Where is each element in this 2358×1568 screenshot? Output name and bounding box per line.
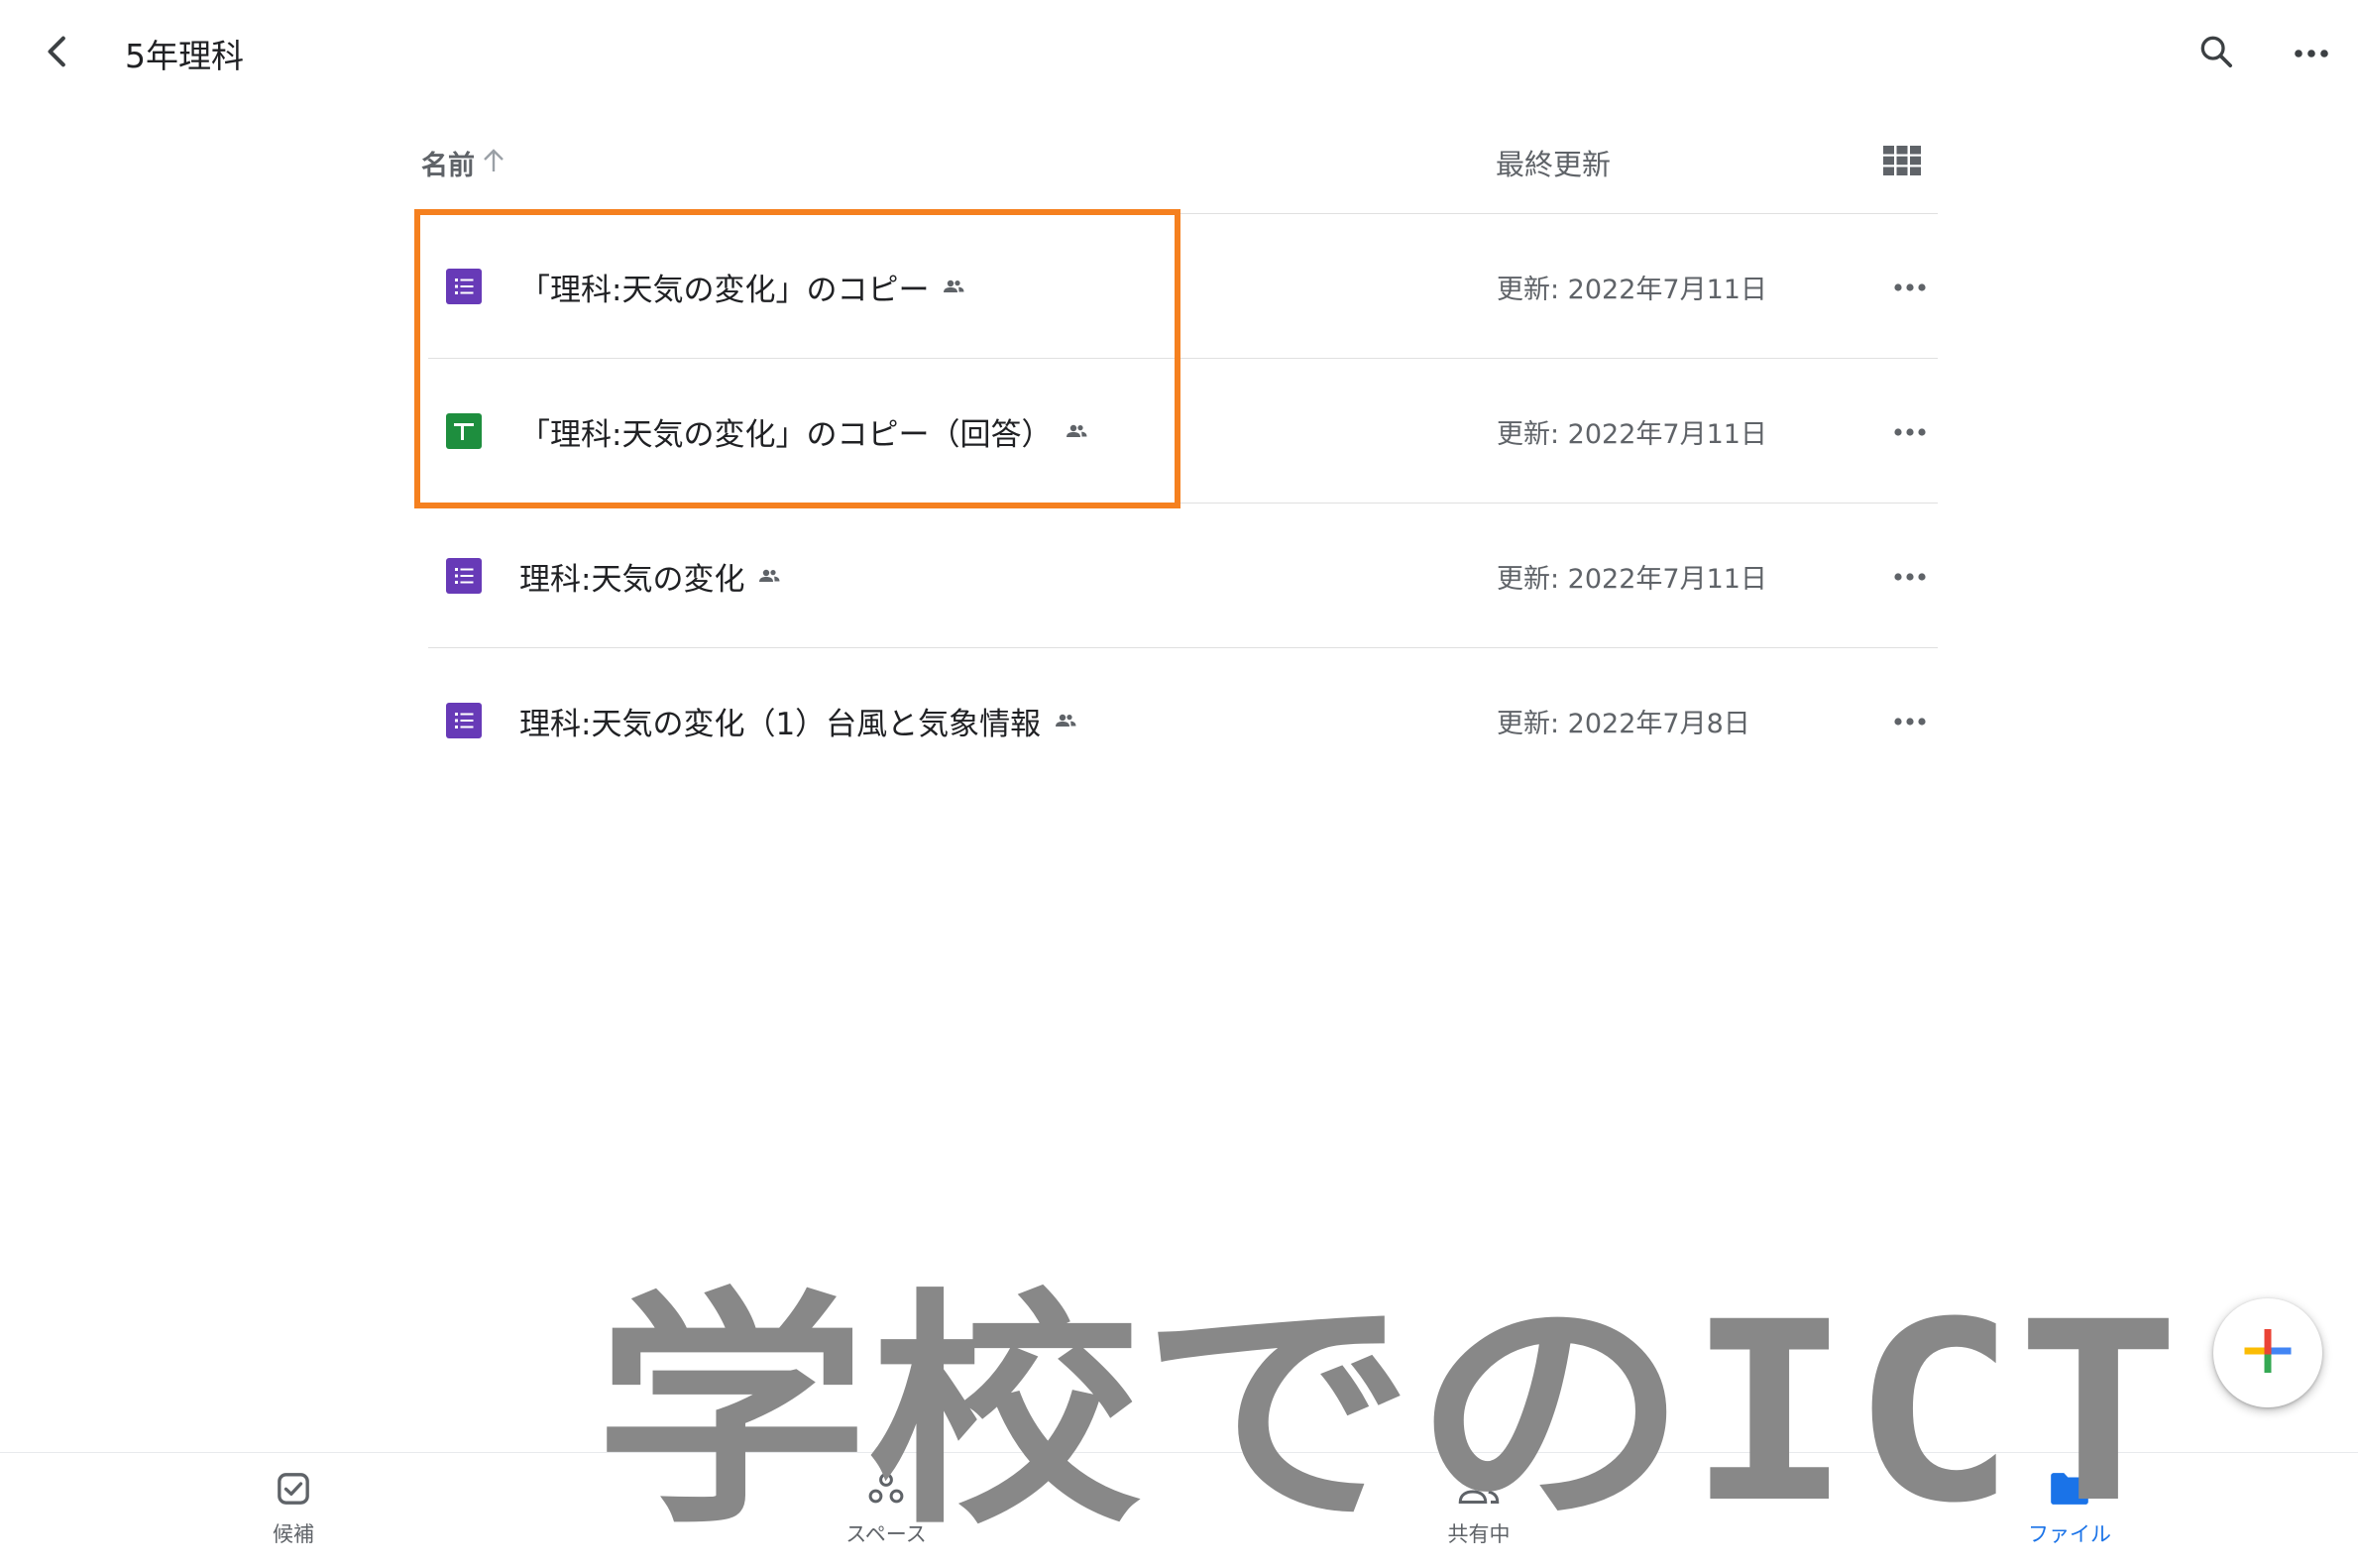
back-button[interactable] <box>30 26 85 81</box>
file-last-modified: 更新: 2022年7月8日 <box>1497 708 1750 739</box>
nav-label: スペース <box>845 1522 927 1546</box>
google-forms-icon <box>446 703 482 738</box>
sort-by-last-modified-button[interactable]: 最終更新 <box>1496 143 1611 182</box>
file-name: 理科:天気の変化 <box>519 561 745 598</box>
folder-icon <box>2046 1465 2093 1512</box>
nav-item-files[interactable]: ファイル <box>1970 1465 2169 1559</box>
file-last-modified: 更新: 2022年7月11日 <box>1497 418 1767 450</box>
new-item-fab[interactable] <box>2213 1298 2322 1407</box>
file-name: 「理科:天気の変化」のコピー <box>519 272 930 308</box>
search-button[interactable] <box>2189 26 2244 81</box>
nav-item-spaces[interactable]: スペース <box>787 1465 985 1559</box>
shared-people-icon <box>758 569 780 583</box>
more-options-button[interactable] <box>2282 26 2341 81</box>
search-icon <box>2196 32 2236 75</box>
top-app-bar: 5年理科 <box>0 0 2358 104</box>
file-more-button[interactable] <box>1885 696 1935 745</box>
nav-label: 候補 <box>273 1522 314 1546</box>
google-sheets-icon <box>446 413 482 449</box>
more-horiz-icon <box>1893 712 1927 730</box>
file-last-modified: 更新: 2022年7月11日 <box>1497 563 1767 595</box>
nav-label: ファイル <box>2028 1522 2111 1546</box>
grid-view-toggle[interactable] <box>1878 141 1926 184</box>
people-icon <box>1455 1465 1503 1512</box>
google-forms-icon <box>446 269 482 304</box>
file-name: 「理科:天気の変化」のコピー（回答） <box>519 416 1053 453</box>
google-forms-icon <box>446 558 482 594</box>
arrow-up-icon <box>481 147 506 178</box>
bottom-navigation-bar: 候補 スペース 共有中 ファイル <box>0 1452 2358 1568</box>
file-name-group: 「理科:天気の変化」のコピー（回答） <box>519 408 1087 454</box>
more-horiz-icon <box>2292 45 2331 63</box>
file-list-header: 名前 最終更新 <box>421 129 1938 214</box>
file-name-group: 理科:天気の変化 <box>519 553 780 599</box>
file-name: 理科:天気の変化（1）台風と気象情報 <box>519 706 1042 742</box>
nav-label: 共有中 <box>1447 1522 1511 1546</box>
file-row[interactable]: 理科:天気の変化 更新: 2022年7月11日 <box>428 504 1938 648</box>
more-horiz-icon <box>1893 567 1927 586</box>
plus-icon <box>2242 1325 2294 1381</box>
more-horiz-icon <box>1893 422 1927 441</box>
file-more-button[interactable] <box>1885 406 1935 456</box>
folder-title: 5年理科 <box>125 37 244 75</box>
shared-people-icon <box>1066 424 1087 438</box>
file-more-button[interactable] <box>1885 551 1935 601</box>
grid-view-icon <box>1883 146 1921 179</box>
file-row[interactable]: 理科:天気の変化（1）台風と気象情報 更新: 2022年7月8日 <box>428 648 1938 793</box>
sort-by-name-button[interactable]: 名前 <box>421 143 506 182</box>
nav-item-suggested[interactable]: 候補 <box>194 1465 393 1559</box>
more-horiz-icon <box>1893 278 1927 296</box>
name-column-label: 名前 <box>421 150 475 181</box>
file-name-group: 「理科:天気の変化」のコピー <box>519 264 964 309</box>
file-last-modified: 更新: 2022年7月11日 <box>1497 274 1767 305</box>
shared-people-icon <box>943 280 964 293</box>
file-more-button[interactable] <box>1885 262 1935 311</box>
file-row[interactable]: 「理科:天気の変化」のコピー（回答） 更新: 2022年7月11日 <box>428 359 1938 504</box>
chevron-left-icon <box>38 32 77 75</box>
nav-item-shared[interactable]: 共有中 <box>1380 1465 1578 1559</box>
shared-people-icon <box>1055 714 1076 728</box>
file-list: 「理科:天気の変化」のコピー 更新: 2022年7月11日 「理科:天気の変化」… <box>428 214 1938 793</box>
spaces-icon <box>862 1465 910 1512</box>
suggested-icon <box>270 1465 317 1512</box>
drive-folder-page: 5年理科 名前 最終更新 「理科:天気の変化」のコピー 更新: 2022年7月1… <box>0 0 2358 1568</box>
file-row[interactable]: 「理科:天気の変化」のコピー 更新: 2022年7月11日 <box>428 214 1938 359</box>
file-name-group: 理科:天気の変化（1）台風と気象情報 <box>519 698 1076 743</box>
